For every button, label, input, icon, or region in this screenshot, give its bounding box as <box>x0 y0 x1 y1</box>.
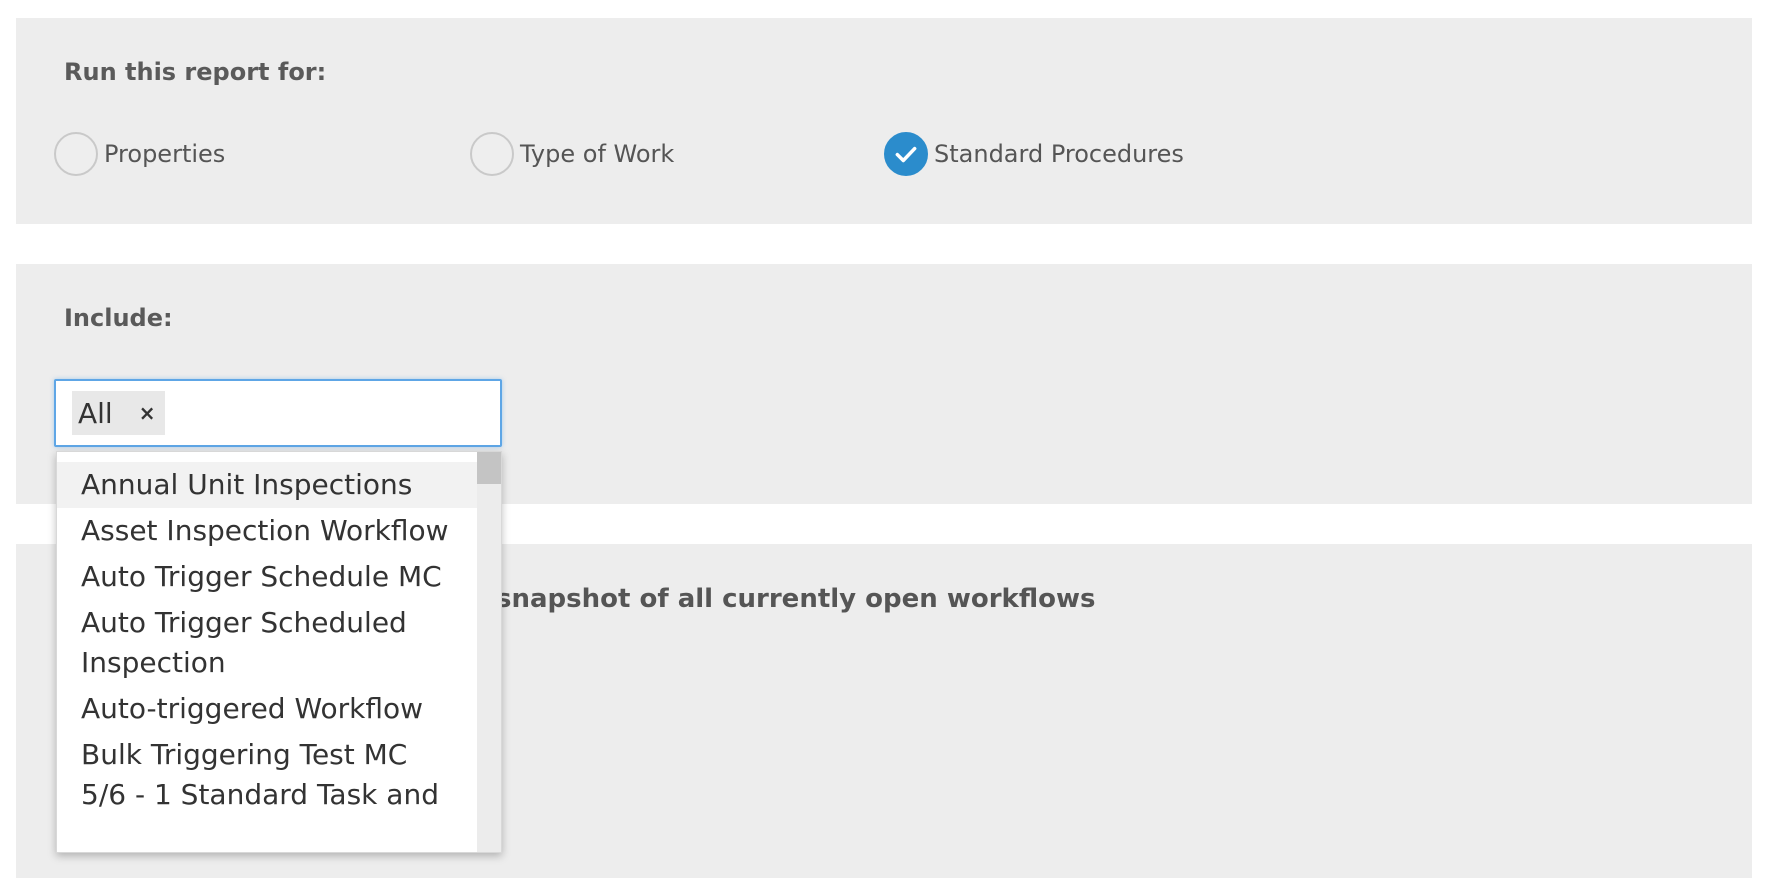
dropdown-option[interactable]: Auto Trigger Scheduled Inspection <box>57 600 479 686</box>
run-report-label: Run this report for: <box>64 58 327 86</box>
remove-x-icon[interactable]: × <box>139 401 156 425</box>
dropdown-scrollbar[interactable] <box>477 452 501 852</box>
snapshot-text: snapshot of all currently open workflows <box>496 584 1096 614</box>
radio-label: Type of Work <box>520 140 675 168</box>
radio-properties[interactable]: Properties <box>54 132 225 176</box>
include-dropdown-list[interactable]: Annual Unit Inspections Asset Inspection… <box>56 451 502 853</box>
include-multiselect[interactable]: All × <box>54 379 502 447</box>
check-icon[interactable] <box>884 132 928 176</box>
radio-circle-unchecked-icon[interactable] <box>470 132 514 176</box>
radio-label: Standard Procedures <box>934 140 1184 168</box>
radio-standard-procedures[interactable]: Standard Procedures <box>884 132 1184 176</box>
radio-type-of-work[interactable]: Type of Work <box>470 132 674 176</box>
run-report-panel: Run this report for: Properties Type of … <box>16 18 1752 224</box>
dropdown-option[interactable]: Bulk Triggering Test MC 5/6 - 1 Standard… <box>57 732 479 818</box>
radio-circle-unchecked-icon[interactable] <box>54 132 98 176</box>
dropdown-option[interactable]: Auto Trigger Schedule MC <box>57 554 479 600</box>
dropdown-option[interactable]: Auto-triggered Workflow <box>57 686 479 732</box>
dropdown-options: Annual Unit Inspections Asset Inspection… <box>57 462 479 818</box>
scrollbar-thumb[interactable] <box>477 452 501 484</box>
radio-label: Properties <box>104 140 226 168</box>
dropdown-option[interactable]: Asset Inspection Workflow <box>57 508 479 554</box>
selected-tag-label: All <box>78 396 113 430</box>
selected-tag: All × <box>72 391 166 435</box>
include-label: Include: <box>64 304 173 332</box>
dropdown-option[interactable]: Annual Unit Inspections <box>57 462 479 508</box>
